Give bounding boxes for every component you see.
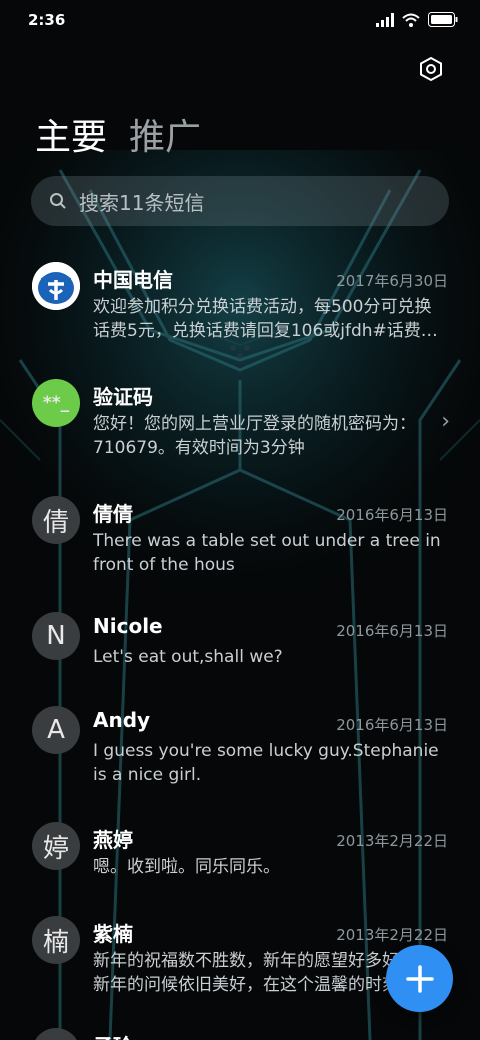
status-icons xyxy=(376,12,458,27)
search-icon xyxy=(50,193,66,209)
conversation-item[interactable]: A Andy 2016年6月13日 I guess you're some lu… xyxy=(0,694,480,810)
search-bar[interactable]: 搜索11条短信 xyxy=(31,176,449,226)
contact-name: 燕婷 xyxy=(93,828,133,852)
contact-name: 倩倩 xyxy=(93,502,133,526)
battery-icon xyxy=(428,12,458,27)
contact-name: 中国电信 xyxy=(93,268,173,292)
contact-name: 子玲 xyxy=(93,1030,133,1040)
settings-icon[interactable] xyxy=(418,56,444,82)
message-date: 2016年6月13日 xyxy=(336,622,448,640)
message-date: 2016年6月13日 xyxy=(336,506,448,524)
avatar: 倩 xyxy=(32,496,80,544)
tab-bar: 主要 推广 xyxy=(35,108,201,160)
search-input[interactable]: 搜索11条短信 xyxy=(79,187,204,216)
message-date: 2013年2月22日 xyxy=(336,832,448,850)
conversation-item-partial[interactable]: 子玲 xyxy=(0,1020,480,1040)
message-date: 2017年6月30日 xyxy=(336,272,448,290)
signal-icon xyxy=(376,12,394,27)
avatar xyxy=(32,262,80,310)
conversation-item[interactable]: **_ 验证码 您好！您的网上营业厅登录的随机密码为：710679。有效时间为3… xyxy=(0,367,480,483)
status-time: 2:36 xyxy=(28,11,66,29)
avatar: N xyxy=(32,612,80,660)
message-preview: 欢迎参加积分兑换话费活动，每500分可兑换话费5元，兑换话费请回复106或jfd… xyxy=(93,297,438,341)
china-telecom-logo xyxy=(32,262,80,310)
conversation-item[interactable]: 倩 倩倩 2016年6月13日 There was a table set ou… xyxy=(0,484,480,600)
avatar: A xyxy=(32,706,80,754)
avatar xyxy=(32,1028,80,1040)
chevron-right-icon[interactable]: › xyxy=(441,409,450,434)
plus-icon xyxy=(405,964,434,993)
message-preview: 嗯。收到啦。同乐同乐。 xyxy=(93,857,280,877)
conversation-item[interactable]: 中国电信 2017年6月30日 欢迎参加积分兑换话费活动，每500分可兑换话费5… xyxy=(0,250,480,366)
conversation-item[interactable]: N Nicole 2016年6月13日 Let's eat out,shall … xyxy=(0,600,480,694)
avatar: 楠 xyxy=(32,916,80,964)
tab-promotions[interactable]: 推广 xyxy=(129,108,201,160)
message-date: 2016年6月13日 xyxy=(336,716,448,734)
avatar: 婷 xyxy=(32,822,80,870)
conversation-item[interactable]: 婷 燕婷 2013年2月22日 嗯。收到啦。同乐同乐。 xyxy=(0,810,480,904)
message-preview: Let's eat out,shall we? xyxy=(93,647,283,667)
contact-name: 验证码 xyxy=(93,385,153,409)
new-message-button[interactable] xyxy=(386,945,453,1012)
message-preview: 您好！您的网上营业厅登录的随机密码为：710679。有效时间为3分钟 xyxy=(93,414,416,458)
wifi-icon xyxy=(402,13,420,27)
avatar: **_ xyxy=(32,379,80,427)
contact-name: 紫楠 xyxy=(93,922,133,946)
message-date: 2013年2月22日 xyxy=(336,926,448,944)
contact-name: Nicole xyxy=(93,614,163,638)
message-preview: There was a table set out under a tree i… xyxy=(93,531,441,575)
contact-name: Andy xyxy=(93,708,151,732)
message-preview: I guess you're some lucky guy.Stephanie … xyxy=(93,741,439,785)
tab-primary[interactable]: 主要 xyxy=(35,108,107,160)
